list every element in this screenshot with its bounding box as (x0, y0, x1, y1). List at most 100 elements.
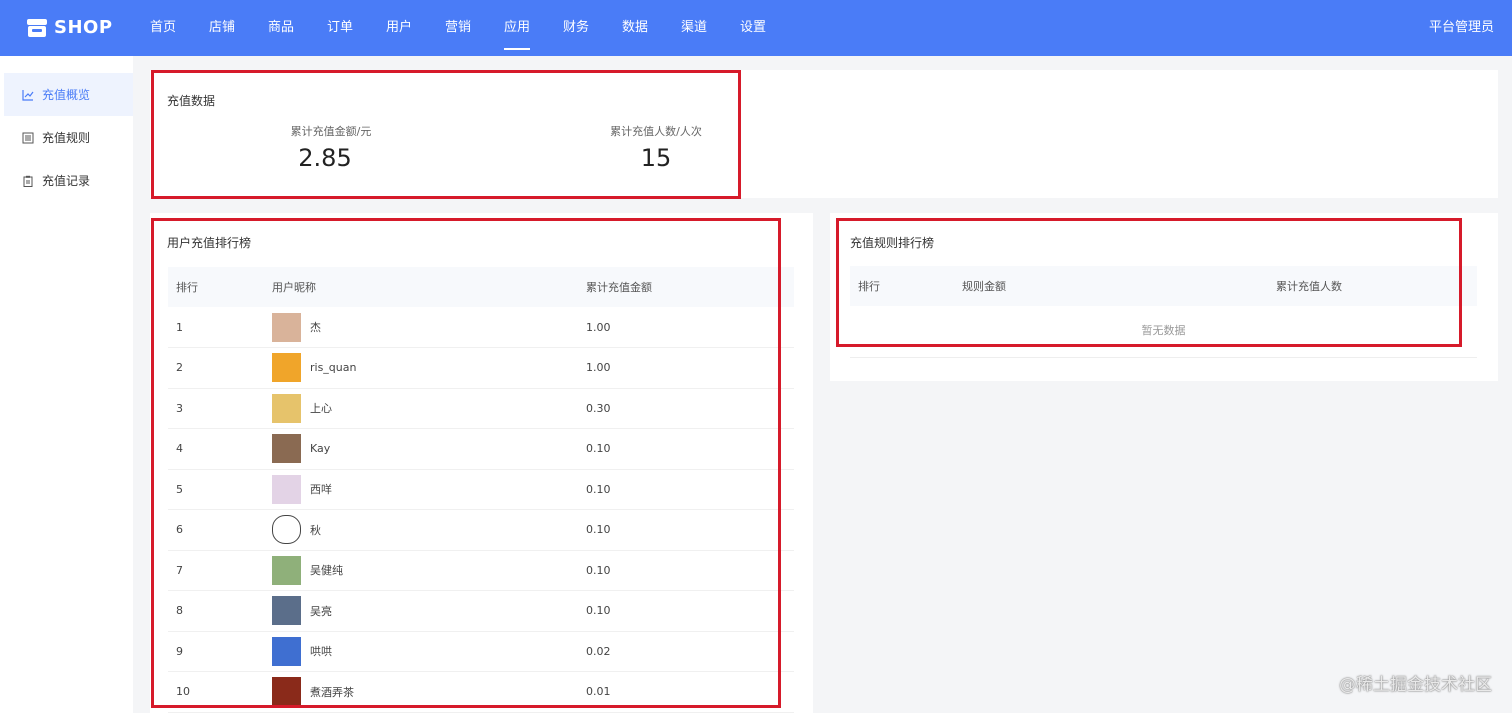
table-row: 1 杰 1.00 (168, 307, 794, 348)
sidebar-item-records[interactable]: 充值记录 (4, 159, 133, 202)
nickname-cell: 吴亮 (272, 590, 586, 632)
chart-line-icon (22, 89, 34, 101)
brand-name: SHOP (54, 17, 113, 38)
list-icon (22, 132, 34, 143)
amount-cell: 0.01 (586, 671, 794, 713)
nav-users[interactable]: 用户 (386, 0, 445, 56)
avatar (272, 393, 301, 423)
user-nickname: 吴健纯 (310, 564, 343, 578)
rank-cell: 1 (168, 307, 272, 348)
column-header-user-count: 累计充值人数 (1276, 266, 1477, 306)
user-info: ris_quan (272, 353, 586, 383)
overview-title: 充值数据 (167, 94, 216, 108)
sidebar-item-rules[interactable]: 充值规则 (4, 116, 133, 159)
avatar (272, 596, 301, 626)
column-header-nickname: 用户昵称 (272, 267, 586, 307)
avatar (272, 555, 301, 585)
table-divider (850, 357, 1477, 358)
user-info: 西咩 (272, 474, 586, 504)
column-header-rank: 排行 (850, 266, 962, 306)
recharge-overview-card: 充值数据 累计充值金额/元 2.85 累计充值人数/人次 15 (150, 70, 1498, 198)
nav-store[interactable]: 店铺 (209, 0, 268, 56)
nav-apps[interactable]: 应用 (504, 0, 563, 56)
rank-cell: 3 (168, 388, 272, 429)
rank-cell: 9 (168, 631, 272, 672)
table-row: 7 吴健纯 0.10 (168, 550, 794, 591)
user-nickname: 煮酒弄茶 (310, 685, 354, 699)
admin-user-menu[interactable]: 平台管理员 (1429, 0, 1494, 56)
brand-logo[interactable]: SHOP (26, 17, 113, 38)
amount-cell: 0.02 (586, 631, 794, 672)
avatar (272, 353, 301, 383)
table-row: 10 煮酒弄茶 0.01 (168, 671, 794, 713)
nickname-cell: 西咩 (272, 469, 586, 510)
table-row: 4 Kay 0.10 (168, 428, 794, 470)
amount-cell: 1.00 (586, 347, 794, 389)
rank-cell: 5 (168, 469, 272, 510)
empty-state-text: 暂无数据 (1141, 324, 1186, 337)
nav-marketing[interactable]: 营销 (445, 0, 504, 56)
amount-cell: 0.10 (586, 590, 794, 632)
user-nickname: 吴亮 (310, 604, 332, 618)
nav-settings[interactable]: 设置 (740, 0, 799, 56)
avatar (272, 515, 301, 545)
table-row: 2 ris_quan 1.00 (168, 347, 794, 389)
column-header-amount: 累计充值金额 (586, 267, 794, 307)
watermark-text: @稀土掘金技术社区 (1339, 675, 1492, 695)
user-nickname: 上心 (310, 402, 332, 416)
user-nickname: Kay (310, 442, 331, 456)
nav-finance[interactable]: 财务 (563, 0, 622, 56)
avatar (272, 636, 301, 666)
nickname-cell: Kay (272, 428, 586, 470)
nickname-cell: 杰 (272, 307, 586, 348)
total-amount-label: 累计充值金额/元 (290, 125, 372, 138)
amount-cell: 0.10 (586, 509, 794, 551)
avatar (272, 677, 301, 707)
table-row: 3 上心 0.30 (168, 388, 794, 429)
user-rank-table: 排行 用户昵称 累计充值金额 1 杰 1.00 2 ris_quan 1.00 3 上心 0.3… (168, 267, 794, 713)
user-rank-body: 1 杰 1.00 2 ris_quan 1.00 3 上心 0.30 4 Kay 0.10 5 西咩 0.1… (168, 307, 794, 713)
main-nav: 首页 店铺 商品 订单 用户 营销 应用 财务 数据 渠道 设置 (150, 0, 799, 56)
amount-cell: 0.10 (586, 469, 794, 510)
user-info: 煮酒弄茶 (272, 677, 586, 707)
store-icon (27, 18, 47, 37)
nav-orders[interactable]: 订单 (327, 0, 386, 56)
amount-cell: 0.30 (586, 388, 794, 429)
user-info: 哄哄 (272, 636, 586, 666)
nav-products[interactable]: 商品 (268, 0, 327, 56)
nav-home[interactable]: 首页 (150, 0, 209, 56)
table-row: 6 秋 0.10 (168, 509, 794, 551)
nickname-cell: 煮酒弄茶 (272, 671, 586, 713)
table-header-row: 排行 规则金额 累计充值人数 (850, 266, 1477, 306)
table-row: 9 哄哄 0.02 (168, 631, 794, 672)
user-nickname: ris_quan (310, 361, 357, 375)
amount-cell: 1.00 (586, 307, 794, 348)
rank-cell: 8 (168, 590, 272, 632)
sidebar-item-overview[interactable]: 充值概览 (4, 73, 133, 116)
amount-cell: 0.10 (586, 428, 794, 470)
nickname-cell: ris_quan (272, 347, 586, 389)
top-navbar: SHOP 首页 店铺 商品 订单 用户 营销 应用 财务 数据 渠道 设置 平台… (0, 0, 1512, 56)
user-nickname: 哄哄 (310, 645, 332, 659)
rank-cell: 10 (168, 671, 272, 713)
sidebar-item-label: 充值记录 (42, 174, 91, 188)
nickname-cell: 吴健纯 (272, 550, 586, 591)
total-amount-value: 2.85 (298, 144, 352, 172)
column-header-rule-amount: 规则金额 (962, 266, 1276, 306)
user-info: 吴亮 (272, 596, 586, 626)
nav-data[interactable]: 数据 (622, 0, 681, 56)
total-users-value: 15 (640, 144, 672, 172)
nav-channels[interactable]: 渠道 (681, 0, 740, 56)
table-row: 5 西咩 0.10 (168, 469, 794, 510)
user-nickname: 杰 (310, 321, 321, 334)
rank-cell: 6 (168, 509, 272, 551)
column-header-rank: 排行 (168, 267, 272, 307)
total-users-label: 累计充值人数/人次 (610, 125, 702, 138)
user-info: 吴健纯 (272, 555, 586, 585)
avatar (272, 474, 301, 504)
user-nickname: 西咩 (310, 483, 332, 497)
sidebar-item-label: 充值概览 (42, 88, 91, 102)
user-info: 杰 (272, 312, 586, 342)
nickname-cell: 秋 (272, 509, 586, 551)
nickname-cell: 哄哄 (272, 631, 586, 672)
